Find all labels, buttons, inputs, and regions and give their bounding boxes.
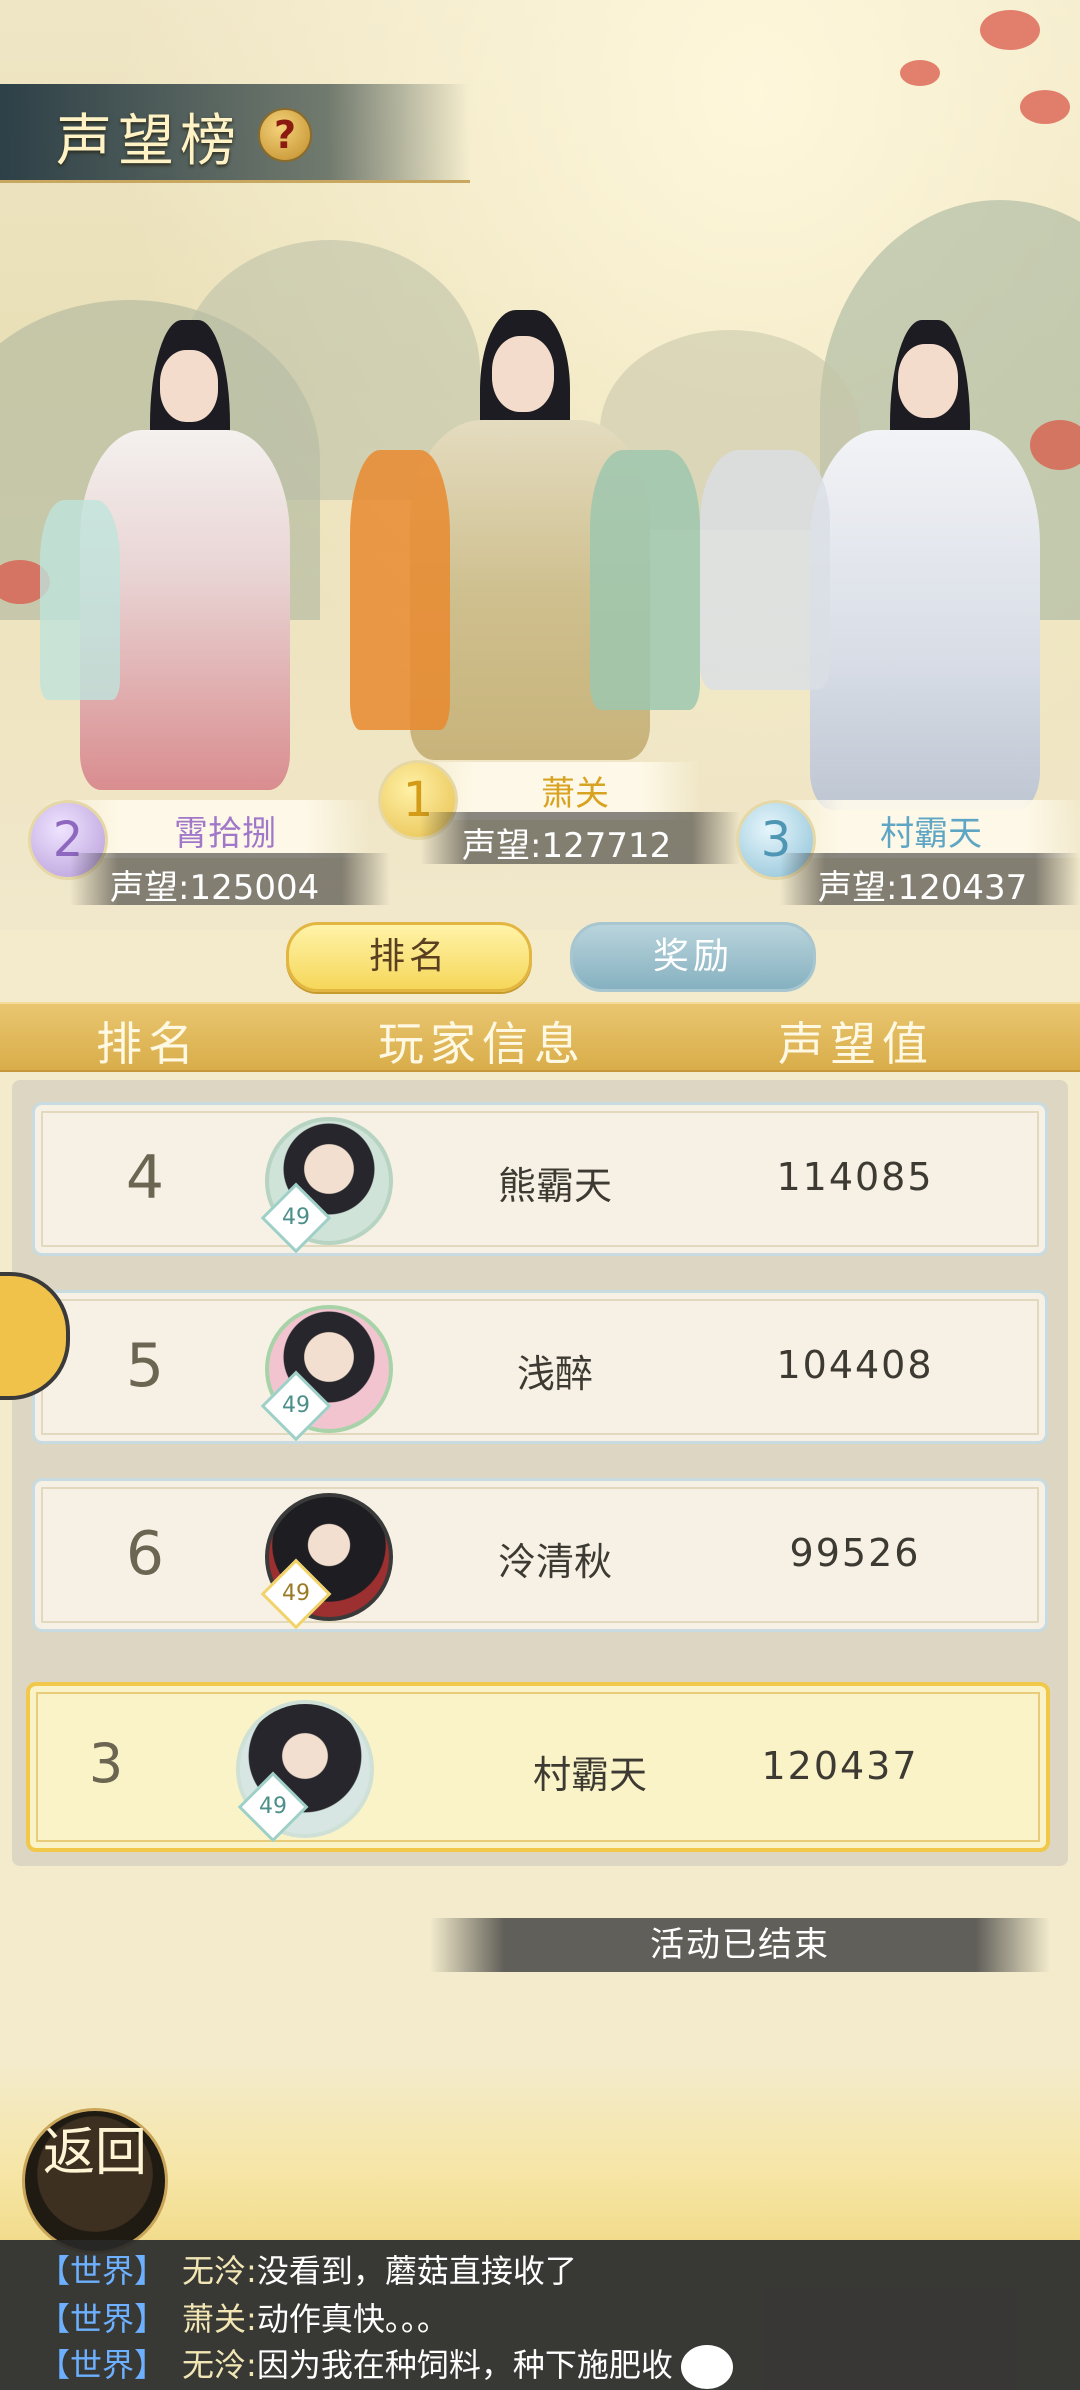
player-score: 114085 [776, 1155, 934, 1199]
chat-text: 没看到，蘑菇直接收了 [256, 2252, 577, 2290]
player-name: 泠清秋 [497, 1540, 612, 1584]
chat-message: 【世界】 无泠:因为我在种饲料，种下施肥收 [38, 2340, 733, 2389]
chat-channel: 【世界】 [38, 2300, 167, 2338]
character-rank-3 [700, 300, 1080, 820]
row-rank: 3 [88, 1732, 124, 1795]
table-header: 排名 玩家信息 声望值 [0, 1002, 1080, 1072]
chat-channel: 【世界】 [38, 2252, 167, 2290]
chat-text: 因为我在种饲料，种下施肥收 [256, 2346, 673, 2384]
column-header-score: 声望值 [778, 1017, 934, 1071]
character-rank-1 [330, 300, 710, 770]
tab-reward[interactable]: 奖励 [570, 922, 816, 992]
row-rank: 5 [125, 1331, 165, 1401]
bottom-decoration [0, 2060, 1080, 2240]
player-name: 村霸天 [532, 1753, 647, 1797]
help-icon[interactable]: ? [258, 108, 312, 162]
back-label: 返回 [43, 2123, 148, 2183]
event-status: 活动已结束 [430, 1918, 1050, 1972]
column-header-info: 玩家信息 [378, 1017, 586, 1071]
podium-1-score: 声望:127712 [462, 826, 672, 866]
character-rank-2 [40, 300, 320, 800]
page-title: 声望榜 [56, 109, 242, 174]
podium-2-name: 霄拾捌 [174, 814, 276, 854]
tab-rank[interactable]: 排名 [286, 922, 532, 992]
player-score: 120437 [761, 1744, 919, 1788]
level-value: 49 [259, 1794, 287, 1819]
my-rank-row[interactable]: 3 49 村霸天 120437 [26, 1682, 1050, 1852]
column-header-rank: 排名 [96, 1017, 200, 1071]
row-rank: 4 [125, 1143, 165, 1213]
player-name: 熊霸天 [497, 1164, 612, 1208]
ranking-list[interactable]: 4 49 熊霸天 114085 5 49 浅醉 104408 6 49 泠清秋 … [12, 1080, 1068, 1866]
page-header: 声望榜 ? [0, 84, 470, 183]
level-value: 49 [282, 1205, 310, 1230]
level-value: 49 [282, 1581, 310, 1606]
chat-channel: 【世界】 [38, 2346, 167, 2384]
chat-message: 【世界】 无泠:没看到，蘑菇直接收了 [38, 2246, 577, 2292]
table-row[interactable]: 5 49 浅醉 104408 [32, 1290, 1048, 1444]
world-chat[interactable]: 【世界】 无泠:没看到，蘑菇直接收了 【世界】 萧关:动作真快。。。 【世界】 无泠:… [0, 2240, 1080, 2390]
podium-3-score: 声望:120437 [818, 868, 1028, 908]
back-button[interactable]: 返回 [22, 2108, 168, 2254]
table-row[interactable]: 4 49 熊霸天 114085 [32, 1102, 1048, 1256]
chat-sender: 无泠: [182, 2346, 257, 2384]
podium-3-name: 村霸天 [880, 814, 982, 854]
level-value: 49 [282, 1393, 310, 1418]
emoji-icon [680, 2345, 733, 2389]
podium-2-score: 声望:125004 [110, 868, 320, 908]
chat-message: 【世界】 萧关:动作真快。。。 [38, 2294, 449, 2340]
chat-sender: 无泠: [182, 2252, 257, 2290]
podium-1-name: 萧关 [541, 774, 609, 814]
table-row[interactable]: 6 49 泠清秋 99526 [32, 1478, 1048, 1632]
chat-text: 动作真快。。。 [256, 2300, 449, 2338]
chat-sender: 萧关: [182, 2300, 257, 2338]
player-score: 104408 [776, 1343, 934, 1387]
player-name: 浅醉 [516, 1352, 593, 1396]
player-score: 99526 [789, 1531, 921, 1575]
row-rank: 6 [125, 1519, 165, 1589]
